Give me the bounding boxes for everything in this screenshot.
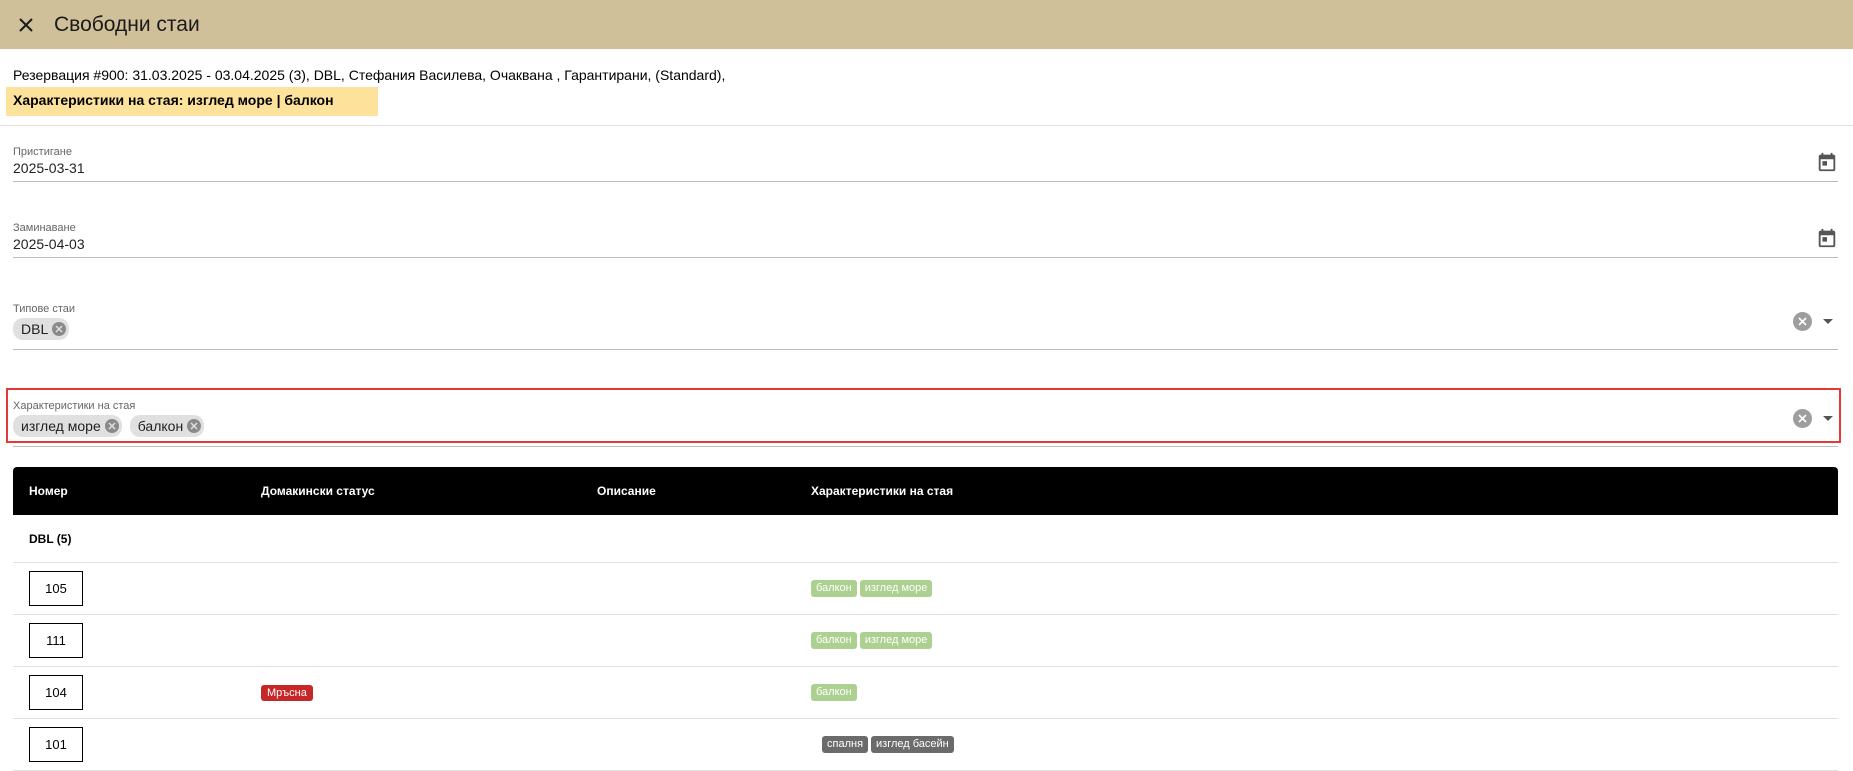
chip-remove-icon[interactable] <box>104 419 119 433</box>
table-row[interactable]: 104 Мръсна балкон <box>13 666 1838 719</box>
table-row[interactable]: 111 балкон изглед море <box>13 614 1838 667</box>
chip-feature-sea-view[interactable]: изглед море <box>13 415 122 437</box>
feature-tag: балкон <box>811 580 857 597</box>
close-icon <box>19 17 33 32</box>
table-row[interactable]: 105 балкон изглед море <box>13 562 1838 615</box>
feature-tag: балкон <box>811 684 857 701</box>
housekeeping-status-cell <box>245 562 581 615</box>
feature-tag: изглед море <box>859 632 933 649</box>
feature-tag: балкон <box>811 632 857 649</box>
arrival-field[interactable]: Пристигане 2025-03-31 <box>13 146 1838 182</box>
room-types-controls <box>1793 311 1838 331</box>
clear-all-icon[interactable] <box>1793 311 1812 331</box>
reservation-info: Резервация #900: 31.03.2025 - 03.04.2025… <box>0 49 1853 116</box>
room-features-label: Характеристики на стая <box>13 400 136 412</box>
room-features-select[interactable]: Характеристики на стая изглед море балко… <box>13 400 1838 447</box>
room-types-select[interactable]: Типове стаи DBL <box>13 303 1838 350</box>
features-highlight: Характеристики на стая: изглед море | ба… <box>6 87 378 116</box>
room-features-chips: изглед море балкон <box>13 415 1838 437</box>
arrival-label: Пристигане <box>13 146 72 158</box>
column-header-description[interactable]: Описание <box>581 467 795 515</box>
table-header-row: Номер Домакински статус Описание Характе… <box>13 467 1838 515</box>
chip-room-type[interactable]: DBL <box>13 318 70 340</box>
housekeeping-status-cell: Мръсна <box>245 666 581 719</box>
clear-all-icon[interactable] <box>1793 408 1812 428</box>
room-types-chips: DBL <box>13 318 1838 340</box>
departure-value[interactable]: 2025-04-03 <box>13 236 1838 252</box>
table-row[interactable]: 101 спалня изглед басейн <box>13 718 1838 771</box>
feature-tag: спалня <box>822 736 869 753</box>
room-number-button[interactable]: 105 <box>29 571 83 606</box>
room-number-button[interactable]: 111 <box>29 623 83 658</box>
group-row: DBL (5) <box>13 515 1838 563</box>
description-cell <box>581 718 795 771</box>
housekeeping-status-cell <box>245 614 581 667</box>
feature-tag: изглед басейн <box>871 736 954 753</box>
divider <box>0 125 1853 126</box>
column-header-room-features[interactable]: Характеристики на стая <box>795 467 1838 515</box>
chip-remove-icon[interactable] <box>52 322 67 336</box>
room-number-button[interactable]: 101 <box>29 727 83 762</box>
rooms-table: Номер Домакински статус Описание Характе… <box>13 467 1838 771</box>
page-title: Свободни стаи <box>54 12 200 36</box>
top-bar: Свободни стаи <box>0 0 1853 49</box>
status-badge: Мръсна <box>261 684 313 701</box>
feature-tag: изглед море <box>859 580 933 597</box>
calendar-icon[interactable] <box>1816 227 1838 249</box>
features-cell: балкон <box>795 666 1838 719</box>
room-features-controls <box>1793 408 1838 428</box>
chip-remove-icon[interactable] <box>187 419 202 433</box>
reservation-summary: Резервация #900: 31.03.2025 - 03.04.2025… <box>13 67 726 83</box>
dropdown-arrow-icon[interactable] <box>1818 408 1838 428</box>
features-cell: спалня изглед басейн <box>795 718 1838 771</box>
dropdown-arrow-icon[interactable] <box>1818 311 1838 331</box>
group-label: DBL (5) <box>13 515 1838 563</box>
chip-feature-balcony[interactable]: балкон <box>129 415 205 437</box>
description-cell <box>581 666 795 719</box>
column-header-number[interactable]: Номер <box>13 467 245 515</box>
features-cell: балкон изглед море <box>795 614 1838 667</box>
description-cell <box>581 614 795 667</box>
departure-field[interactable]: Заминаване 2025-04-03 <box>13 222 1838 258</box>
departure-label: Заминаване <box>13 222 76 234</box>
room-number-button[interactable]: 104 <box>29 675 83 710</box>
arrival-value[interactable]: 2025-03-31 <box>13 160 1838 176</box>
housekeeping-status-cell <box>245 718 581 771</box>
column-header-housekeeping-status[interactable]: Домакински статус <box>245 467 581 515</box>
description-cell <box>581 562 795 615</box>
close-button[interactable] <box>14 13 38 37</box>
features-cell: балкон изглед море <box>795 562 1838 615</box>
calendar-icon[interactable] <box>1816 151 1838 173</box>
room-types-label: Типове стаи <box>13 303 76 315</box>
